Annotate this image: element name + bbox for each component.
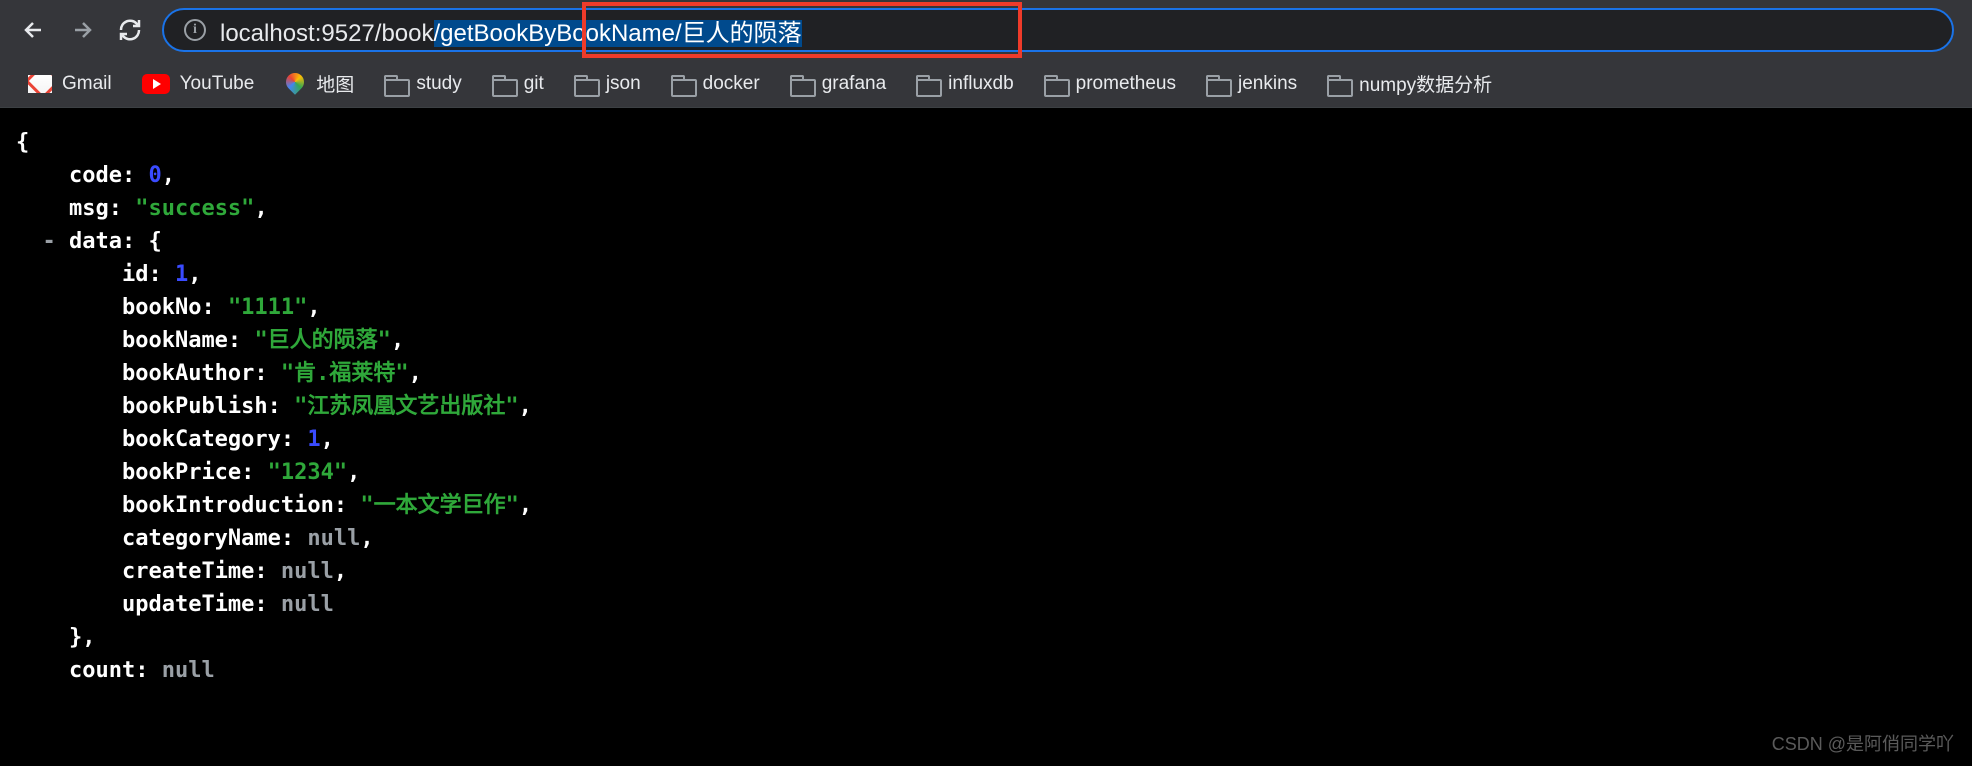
bookmark-git[interactable]: git: [482, 69, 554, 99]
bookmark-label: grafana: [822, 73, 886, 95]
bookmark-label: numpy数据分析: [1359, 70, 1492, 97]
folder-icon: [671, 75, 693, 93]
bookmark-label: json: [606, 73, 641, 95]
bookmark-grafana[interactable]: grafana: [780, 69, 896, 99]
folder-icon: [916, 75, 938, 93]
site-info-icon[interactable]: i: [184, 19, 206, 41]
gmail-icon: [28, 75, 52, 93]
browser-toolbar: i localhost:9527/book/getBookByBookName/…: [0, 0, 1972, 60]
bookmark-label: study: [416, 73, 461, 95]
bookmark-json[interactable]: json: [564, 69, 651, 99]
bookmark-jenkins[interactable]: jenkins: [1196, 69, 1307, 99]
bookmark-docker[interactable]: docker: [661, 69, 770, 99]
folder-icon: [1206, 75, 1228, 93]
bookmark-study[interactable]: study: [374, 69, 471, 99]
folder-icon: [790, 75, 812, 93]
reload-button[interactable]: [114, 14, 146, 46]
collapse-toggle[interactable]: -: [43, 229, 56, 254]
youtube-icon: [142, 74, 170, 94]
bookmark-prometheus[interactable]: prometheus: [1034, 69, 1186, 99]
bookmark-地图[interactable]: 地图: [274, 66, 364, 101]
address-bar[interactable]: i localhost:9527/book/getBookByBookName/…: [162, 8, 1954, 52]
bookmark-label: 地图: [316, 70, 354, 97]
bookmark-label: Gmail: [62, 73, 112, 95]
maps-pin-icon: [284, 73, 306, 95]
bookmark-label: docker: [703, 73, 760, 95]
back-button[interactable]: [18, 14, 50, 46]
json-response-viewer: { code: 0, msg: "success", - data: { id:…: [0, 108, 1972, 766]
bookmark-Gmail[interactable]: Gmail: [18, 69, 122, 99]
bookmark-numpy数据分析[interactable]: numpy数据分析: [1317, 66, 1502, 101]
bookmarks-bar: Gmail YouTube 地图 study git json docker grafana i…: [0, 60, 1972, 108]
bookmark-label: jenkins: [1238, 73, 1297, 95]
watermark-text: CSDN @是阿俏同学吖: [1772, 730, 1954, 756]
bookmark-label: prometheus: [1076, 73, 1176, 95]
url-text: localhost:9527/book/getBookByBookName/巨人…: [220, 13, 802, 48]
folder-icon: [1327, 75, 1349, 93]
bookmark-YouTube[interactable]: YouTube: [132, 69, 265, 99]
folder-icon: [574, 75, 596, 93]
folder-icon: [384, 75, 406, 93]
folder-icon: [492, 75, 514, 93]
bookmark-label: YouTube: [180, 73, 255, 95]
bookmark-influxdb[interactable]: influxdb: [906, 69, 1024, 99]
folder-icon: [1044, 75, 1066, 93]
bookmark-label: influxdb: [948, 73, 1014, 95]
forward-button[interactable]: [66, 14, 98, 46]
bookmark-label: git: [524, 73, 544, 95]
